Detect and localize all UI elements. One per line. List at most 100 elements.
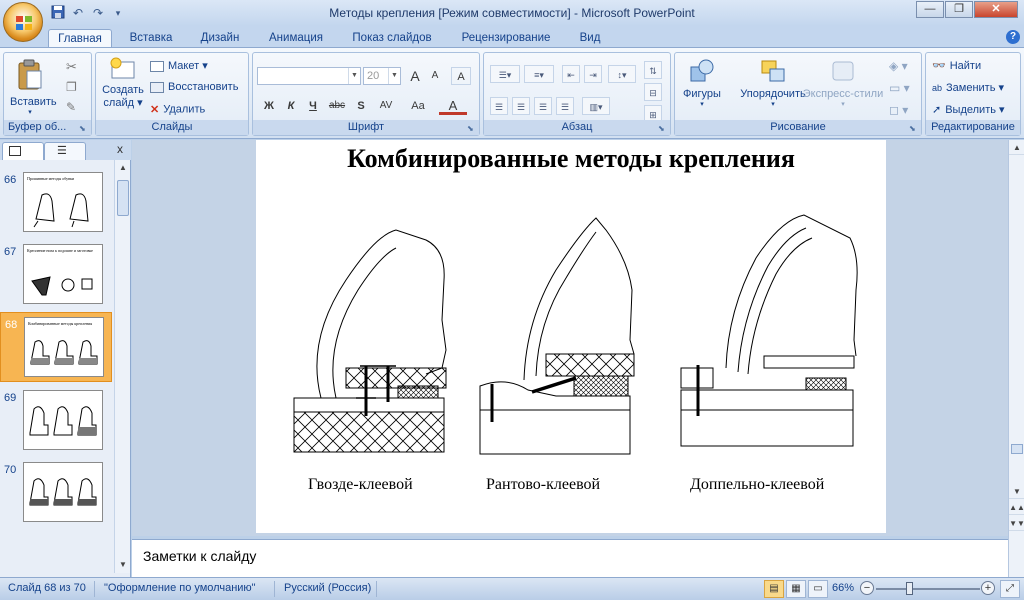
- zoom-slider-knob[interactable]: [906, 582, 913, 595]
- paste-button[interactable]: Вставить ▾: [10, 59, 57, 121]
- tab-insert[interactable]: Вставка: [122, 29, 180, 48]
- drawing-group: Фигуры ▾ Упорядочить ▾ Экспресс-стили ▾ …: [674, 52, 922, 136]
- slide-thumbnail-70[interactable]: 70: [0, 458, 112, 528]
- layout-button[interactable]: Макет ▾: [150, 59, 208, 72]
- strikethrough-button[interactable]: abc: [327, 97, 347, 115]
- increase-indent-button[interactable]: ⇥: [584, 65, 602, 83]
- office-button[interactable]: [3, 2, 43, 42]
- slide-thumbnail-68[interactable]: 68 Комбинированные методы крепления: [0, 312, 112, 382]
- new-slide-button[interactable]: Создать слайд ▾: [100, 57, 146, 109]
- decrease-indent-button[interactable]: ⇤: [562, 65, 580, 83]
- drawing-launcher-icon[interactable]: ⬊: [909, 124, 918, 133]
- normal-view-button[interactable]: ▤: [764, 580, 784, 598]
- zoom-in-button[interactable]: +: [981, 581, 995, 595]
- select-button[interactable]: ➚ Выделить ▾: [932, 103, 1005, 116]
- slide-thumbnail-69[interactable]: 69: [0, 386, 112, 456]
- minimize-button[interactable]: —: [916, 1, 944, 18]
- paragraph-launcher-icon[interactable]: ⬊: [658, 124, 667, 133]
- tab-home[interactable]: Главная: [48, 29, 112, 48]
- shrink-font-button[interactable]: A: [425, 67, 445, 85]
- methods-drawing-icon: [29, 406, 97, 436]
- replace-button[interactable]: ab Заменить ▾: [932, 81, 1004, 94]
- text-direction-button[interactable]: ⇅: [644, 61, 662, 79]
- slides-pane-scrollbar[interactable]: ▲ ▼: [114, 160, 130, 573]
- font-name-combo[interactable]: ▼: [257, 67, 361, 85]
- notes-placeholder[interactable]: Заметки к слайду: [143, 548, 256, 564]
- shadow-button[interactable]: S: [351, 97, 371, 115]
- language[interactable]: Русский (Россия): [284, 582, 371, 594]
- window-controls: — ❐ ✕: [916, 1, 1018, 18]
- align-text-button[interactable]: ⊟: [644, 83, 662, 101]
- replace-icon: ab: [932, 83, 943, 93]
- thumbnail-image: [23, 390, 103, 450]
- zoom-slider[interactable]: [876, 588, 980, 590]
- numbering-button[interactable]: ≡▾: [524, 65, 554, 83]
- cut-icon[interactable]: ✂: [66, 59, 77, 75]
- slide-thumbnail-67[interactable]: 67 Крепление низа к подошве и заготовке: [0, 240, 112, 310]
- next-slide-icon[interactable]: ▼▼: [1009, 516, 1024, 531]
- delete-slide-button[interactable]: ✕ Удалить: [150, 103, 205, 116]
- quick-styles-button[interactable]: Экспресс-стили ▾: [801, 57, 885, 108]
- shape-fill-icon[interactable]: ◈ ▾: [889, 59, 908, 73]
- shape-outline-icon[interactable]: ▭ ▾: [889, 81, 910, 95]
- find-button[interactable]: 👓 Найти: [932, 59, 981, 72]
- columns-button[interactable]: ▥▾: [582, 97, 610, 115]
- font-name-dropdown-icon[interactable]: ▼: [348, 68, 360, 84]
- slide-counter: Слайд 68 из 70: [8, 582, 86, 594]
- change-case-button[interactable]: Aa: [405, 97, 431, 115]
- font-launcher-icon[interactable]: ⬊: [467, 124, 476, 133]
- align-left-button[interactable]: ☰: [490, 97, 508, 115]
- justify-button[interactable]: ☰: [556, 97, 574, 115]
- scroll-up-icon[interactable]: ▲: [1009, 140, 1024, 155]
- close-button[interactable]: ✕: [974, 1, 1018, 18]
- clipboard-launcher-icon[interactable]: ⬊: [79, 124, 88, 133]
- bullets-button[interactable]: ☰▾: [490, 65, 520, 83]
- tab-review[interactable]: Рецензирование: [452, 29, 560, 48]
- shapes-button[interactable]: Фигуры ▾: [679, 57, 725, 108]
- tab-slide-show[interactable]: Показ слайдов: [346, 29, 438, 48]
- format-painter-icon[interactable]: ✎: [66, 100, 76, 114]
- thumbnail-number: 66: [4, 174, 17, 186]
- slide-sorter-button[interactable]: ▦: [786, 580, 806, 598]
- tab-slides-thumbnails[interactable]: [2, 142, 44, 160]
- tab-outline[interactable]: ☰: [44, 142, 86, 160]
- underline-button[interactable]: Ч: [303, 97, 323, 115]
- slide-thumbnail-66[interactable]: 66 Прошивные методы обувки: [0, 168, 112, 238]
- find-label: Найти: [949, 60, 982, 72]
- maximize-button[interactable]: ❐: [945, 1, 973, 18]
- char-spacing-button[interactable]: AV: [373, 97, 399, 115]
- grow-font-button[interactable]: A: [405, 67, 425, 85]
- scroll-up-icon[interactable]: ▲: [115, 160, 131, 176]
- tab-view[interactable]: Вид: [570, 29, 610, 48]
- copy-icon[interactable]: ❐: [66, 80, 77, 94]
- tab-design[interactable]: Дизайн: [192, 29, 248, 48]
- line-spacing-button[interactable]: ↕▾: [608, 65, 636, 83]
- clear-format-button[interactable]: A: [451, 67, 471, 85]
- scrollbar-thumb[interactable]: [1011, 444, 1023, 454]
- scroll-down-icon[interactable]: ▼: [115, 557, 131, 573]
- fit-to-window-button[interactable]: ⤢: [1000, 580, 1020, 598]
- help-icon[interactable]: ?: [1006, 30, 1020, 44]
- scroll-down-icon[interactable]: ▼: [1009, 484, 1024, 499]
- shape-effects-icon[interactable]: ◻ ▾: [889, 103, 908, 117]
- scrollbar-thumb[interactable]: [117, 180, 129, 216]
- font-color-button[interactable]: A: [439, 97, 467, 115]
- theme-name[interactable]: "Оформление по умолчанию": [104, 582, 256, 594]
- notes-pane[interactable]: Заметки к слайду: [132, 539, 1008, 577]
- slide-show-button[interactable]: ▭: [808, 580, 828, 598]
- font-size-dropdown-icon[interactable]: ▼: [388, 68, 400, 84]
- reset-button[interactable]: Восстановить: [150, 81, 238, 93]
- nail-glue-diagram: [293, 229, 447, 453]
- bold-button[interactable]: Ж: [259, 97, 279, 115]
- editor-vertical-scrollbar[interactable]: ▲ ▼ ▲▲ ▼▼: [1008, 140, 1024, 577]
- zoom-out-button[interactable]: −: [860, 581, 874, 595]
- italic-button[interactable]: К: [281, 97, 301, 115]
- tab-animation[interactable]: Анимация: [260, 29, 332, 48]
- align-center-button[interactable]: ☰: [512, 97, 530, 115]
- align-right-button[interactable]: ☰: [534, 97, 552, 115]
- pane-close-icon[interactable]: x: [117, 142, 123, 156]
- zoom-level[interactable]: 66%: [832, 582, 854, 594]
- slide[interactable]: Комбинированные методы крепления Гвозде-…: [256, 140, 886, 533]
- font-size-combo[interactable]: 20 ▼: [363, 67, 401, 85]
- previous-slide-icon[interactable]: ▲▲: [1009, 500, 1024, 515]
